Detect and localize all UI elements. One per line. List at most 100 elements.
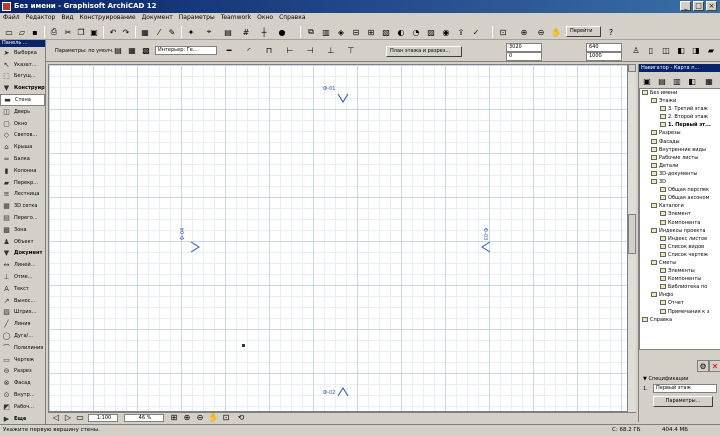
redo-icon[interactable]: ↷ <box>120 26 132 38</box>
publisher-icon[interactable]: ◧ <box>686 75 698 87</box>
tool-item[interactable]: ◩ Рабоч... <box>0 401 45 413</box>
tool-item[interactable]: ═ Балка <box>0 153 45 165</box>
wall-profile-1-icon[interactable]: ▯ <box>645 44 657 56</box>
wall-profile-3-icon[interactable]: ◧ <box>675 44 687 56</box>
floor-plan-section-button[interactable]: План этажа и разрез... <box>386 46 462 57</box>
tool-item[interactable]: ⊗ Фасад <box>0 377 45 389</box>
elevation-icon[interactable]: ⊞ <box>365 26 377 38</box>
tool-item[interactable]: ⊙ Внутр... <box>0 389 45 401</box>
project-map-icon[interactable]: ▣ <box>641 75 653 87</box>
tool-item[interactable]: ▭ Чертеж <box>0 354 45 366</box>
ref-line-icon[interactable]: ⊢ <box>284 44 296 56</box>
tool-item[interactable]: ▩ Зона <box>0 224 45 236</box>
offset-field[interactable]: 0 <box>506 52 542 61</box>
scroll-thumb[interactable] <box>628 214 636 254</box>
tool-item[interactable]: ▼ Документ <box>0 248 45 260</box>
tree-node[interactable]: Элемент <box>640 210 720 218</box>
tool-item[interactable]: ▤ Перего... <box>0 212 45 224</box>
tree-node[interactable]: Без имени <box>640 89 720 97</box>
copy-icon[interactable]: ❐ <box>75 26 87 38</box>
grid-icon[interactable]: # <box>240 26 252 38</box>
marker-1-icon[interactable] <box>337 93 349 103</box>
tool-item[interactable]: ⌒ Полилиния <box>0 342 45 354</box>
new-file-icon[interactable]: ▭ <box>3 26 15 38</box>
ref-line-2-icon[interactable]: ⊣ <box>304 44 316 56</box>
menu-teamwork[interactable]: Teamwork <box>218 13 254 23</box>
tool-item[interactable]: ↔ Линей... <box>0 259 45 271</box>
undo-icon[interactable]: ↶ <box>107 26 119 38</box>
straight-wall-icon[interactable]: ━ <box>223 44 235 56</box>
tool-item[interactable]: ▶ Еще <box>0 413 45 425</box>
pen-select-icon[interactable]: ▦ <box>126 44 138 56</box>
wall-profile-5-icon[interactable]: ▰ <box>705 44 717 56</box>
check-icon[interactable]: ✓ <box>470 26 482 38</box>
ref-line-3-icon[interactable]: ⊥ <box>325 44 337 56</box>
tree-node[interactable]: Справка <box>640 316 720 324</box>
view-select[interactable]: Интерьер: Ге... <box>155 46 217 55</box>
delete-icon[interactable]: ✕ <box>709 360 720 372</box>
tool-item[interactable]: ▢ Окно <box>0 118 45 130</box>
tree-node[interactable]: Детали <box>640 162 720 170</box>
zoom-out-icon[interactable]: ⊖ <box>535 26 547 38</box>
tree-node[interactable]: Список видов <box>640 243 720 251</box>
menu-window[interactable]: Окно <box>254 13 276 23</box>
tree-node[interactable]: Список чертеж <box>640 251 720 259</box>
tool-item[interactable]: ▦ 3D сетка <box>0 200 45 212</box>
print-icon[interactable]: ⎙ <box>48 26 60 38</box>
view-map-icon[interactable]: ▤ <box>656 75 668 87</box>
parameters-button[interactable]: Параметры... <box>653 396 713 407</box>
angle-field[interactable]: 1000 <box>586 52 622 61</box>
zoom-area-icon[interactable]: ⊡ <box>220 413 232 422</box>
guideline-icon[interactable]: ┼ <box>258 26 270 38</box>
wall-profile-4-icon[interactable]: ◨ <box>690 44 702 56</box>
paste-icon[interactable]: ▣ <box>88 26 100 38</box>
magic-wand-icon[interactable]: ✦ <box>185 26 197 38</box>
tree-node[interactable]: 3D-документы <box>640 170 720 178</box>
tree-node[interactable]: Фасады <box>640 138 720 146</box>
geometry-icon[interactable]: ⊓ <box>263 44 275 56</box>
render-icon[interactable]: ◐ <box>395 26 407 38</box>
tree-node[interactable]: Инфо <box>640 291 720 299</box>
tool-item[interactable]: ◇ Светов... <box>0 130 45 142</box>
publish-icon[interactable]: ⇪ <box>455 26 467 38</box>
tree-node[interactable]: Компонента <box>640 219 720 227</box>
tree-node[interactable]: Элементы <box>640 267 720 275</box>
ref-line-4-icon[interactable]: ⊤ <box>345 44 357 56</box>
tree-node[interactable]: Общая перспек <box>640 186 720 194</box>
hand-icon[interactable]: ✋ <box>207 413 219 422</box>
tool-item[interactable]: ➤ Выборка <box>0 47 45 59</box>
tool-item[interactable]: ≡ Лестница <box>0 189 45 201</box>
menu-file[interactable]: Файл <box>0 13 23 23</box>
open-file-icon[interactable]: ▱ <box>16 26 28 38</box>
tool-item[interactable]: ↖ Указат... <box>0 59 45 71</box>
tool-item[interactable]: A Текст <box>0 283 45 295</box>
menu-options[interactable]: Параметры <box>176 13 218 23</box>
tool-item[interactable]: ◯ Дуга/... <box>0 330 45 342</box>
marker-4-icon[interactable] <box>190 241 200 253</box>
tree-node[interactable]: Этажи <box>640 97 720 105</box>
height-field[interactable]: 3020 <box>506 43 542 52</box>
tree-node[interactable]: Отчет <box>640 299 720 307</box>
layout-icon[interactable]: ▧ <box>380 26 392 38</box>
composite-icon[interactable]: ▩ <box>140 44 152 56</box>
maximize-button[interactable]: □ <box>693 1 704 11</box>
tool-item[interactable]: ▨ Штрих... <box>0 307 45 319</box>
floor-plan-canvas[interactable]: Ф-01 Ф-02 Ф-03 Ф-04 <box>48 64 635 412</box>
tool-item[interactable]: ▬ Стена <box>0 94 45 106</box>
tool-item[interactable]: ▰ Перекр... <box>0 177 45 189</box>
tree-node[interactable]: Библиотека по <box>640 283 720 291</box>
tree-node[interactable]: 3. Третий этаж <box>640 105 720 113</box>
rotate-icon[interactable]: ⟲ <box>235 413 247 422</box>
view-icon[interactable]: ▭ <box>74 413 86 422</box>
organizer-icon[interactable]: ▦ <box>703 75 715 87</box>
tree-node[interactable]: 3D <box>640 178 720 186</box>
cut-icon[interactable]: ✂ <box>62 26 74 38</box>
pick-icon[interactable]: ⁄ <box>153 26 165 38</box>
tool-item[interactable]: ▮ Колонна <box>0 165 45 177</box>
figure-icon[interactable]: ♙ <box>630 44 642 56</box>
tree-node[interactable]: Внутренние виды <box>640 146 720 154</box>
project-tree[interactable]: Без имени Этажи 3. Третий этаж 2. Второй эт… <box>639 88 720 350</box>
zoom-minus-icon[interactable]: ⊖ <box>194 413 206 422</box>
thickness-field[interactable]: 640 <box>586 43 622 52</box>
tree-node[interactable]: Примечания к з <box>640 308 720 316</box>
